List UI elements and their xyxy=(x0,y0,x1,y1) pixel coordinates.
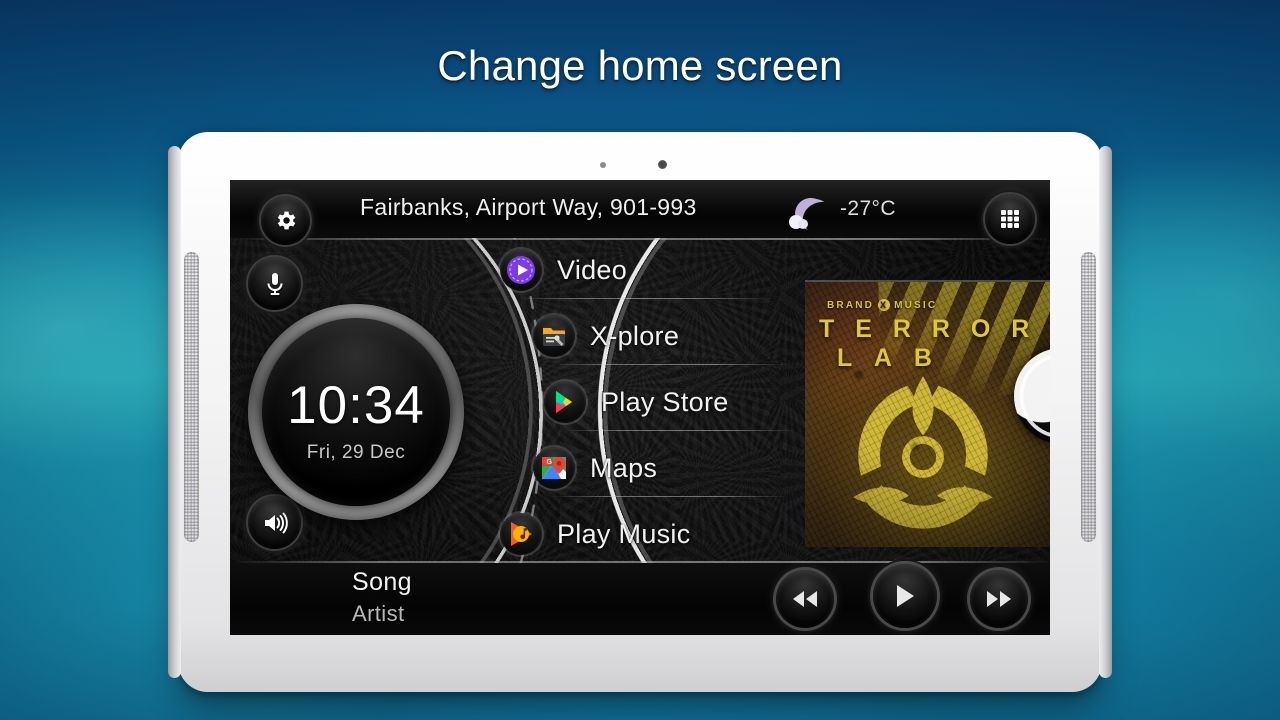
settings-button[interactable] xyxy=(261,196,310,245)
now-playing-divider xyxy=(230,561,1050,563)
app-label: Play Music xyxy=(557,518,691,549)
app-separator xyxy=(551,496,790,497)
play-icon xyxy=(897,585,914,607)
rewind-icon xyxy=(793,591,817,607)
app-shortcut-list: Video X-plore Play Store G Maps Play Mus… xyxy=(500,242,830,555)
microphone-icon xyxy=(266,272,283,295)
grid-icon xyxy=(1001,210,1019,228)
previous-button[interactable] xyxy=(776,570,834,628)
album-brand-mark: X xyxy=(878,299,891,311)
gear-icon xyxy=(277,211,296,230)
album-brand-text: BRAND xyxy=(827,299,875,311)
video-player-icon xyxy=(500,249,542,291)
status-bar-divider xyxy=(230,238,1050,240)
speaker-grille-right xyxy=(1081,252,1096,542)
ambient-sensor-dot xyxy=(600,162,606,168)
app-separator xyxy=(551,364,790,365)
app-separator xyxy=(562,430,797,431)
device-screen: Fairbanks, Airport Way, 901-993 -27°C 10… xyxy=(230,180,1050,635)
app-label: X-plore xyxy=(590,320,680,351)
volume-button[interactable] xyxy=(248,496,301,549)
artist-name: Artist xyxy=(352,601,405,626)
album-title-line1: T E R R O R xyxy=(819,315,1037,343)
svg-text:G: G xyxy=(547,459,553,466)
song-title: Song xyxy=(352,568,412,596)
clock-time: 10:34 xyxy=(287,375,425,435)
app-drawer-button[interactable] xyxy=(985,194,1035,244)
temperature-value: -27°C xyxy=(840,197,896,220)
file-manager-icon xyxy=(533,315,575,357)
clock-date: Fri, 29 Dec xyxy=(306,441,406,463)
fast-forward-icon xyxy=(987,591,1011,607)
page-title: Change home screen xyxy=(437,42,843,89)
clock-widget[interactable]: 10:34 Fri, 29 Dec xyxy=(248,304,464,520)
moon-cloud-icon xyxy=(785,196,825,232)
app-label: Video xyxy=(557,254,628,285)
album-brand-suffix: MUSIC xyxy=(894,299,938,311)
google-maps-icon: G xyxy=(533,447,575,489)
play-music-icon xyxy=(500,513,542,555)
app-row-xplore[interactable]: X-plore xyxy=(533,308,679,364)
location-address[interactable]: Fairbanks, Airport Way, 901-993 xyxy=(360,194,780,221)
app-row-maps[interactable]: G Maps xyxy=(533,440,657,496)
tablet-left-edge xyxy=(168,146,181,678)
app-separator xyxy=(518,298,768,299)
app-label: Maps xyxy=(590,452,658,483)
play-store-icon xyxy=(544,381,586,423)
app-row-play-store[interactable]: Play Store xyxy=(544,374,729,430)
speaker-volume-icon xyxy=(264,512,288,533)
app-label: Play Store xyxy=(601,386,729,417)
album-title-line2: L A B xyxy=(837,344,940,372)
voice-command-button[interactable] xyxy=(248,257,301,310)
clock-face: 10:34 Fri, 29 Dec xyxy=(262,318,450,506)
front-camera-dot xyxy=(658,160,667,169)
next-button[interactable] xyxy=(970,570,1028,628)
album-art[interactable]: BRAND X MUSIC T E R R O R L A B xyxy=(805,280,1050,547)
album-brand: BRAND X MUSIC xyxy=(827,299,937,311)
play-pause-button[interactable] xyxy=(873,564,937,628)
app-row-play-music[interactable]: Play Music xyxy=(500,506,691,562)
tablet-right-edge xyxy=(1099,146,1112,678)
speaker-grille-left xyxy=(184,252,199,542)
app-row-video[interactable]: Video xyxy=(500,242,627,298)
